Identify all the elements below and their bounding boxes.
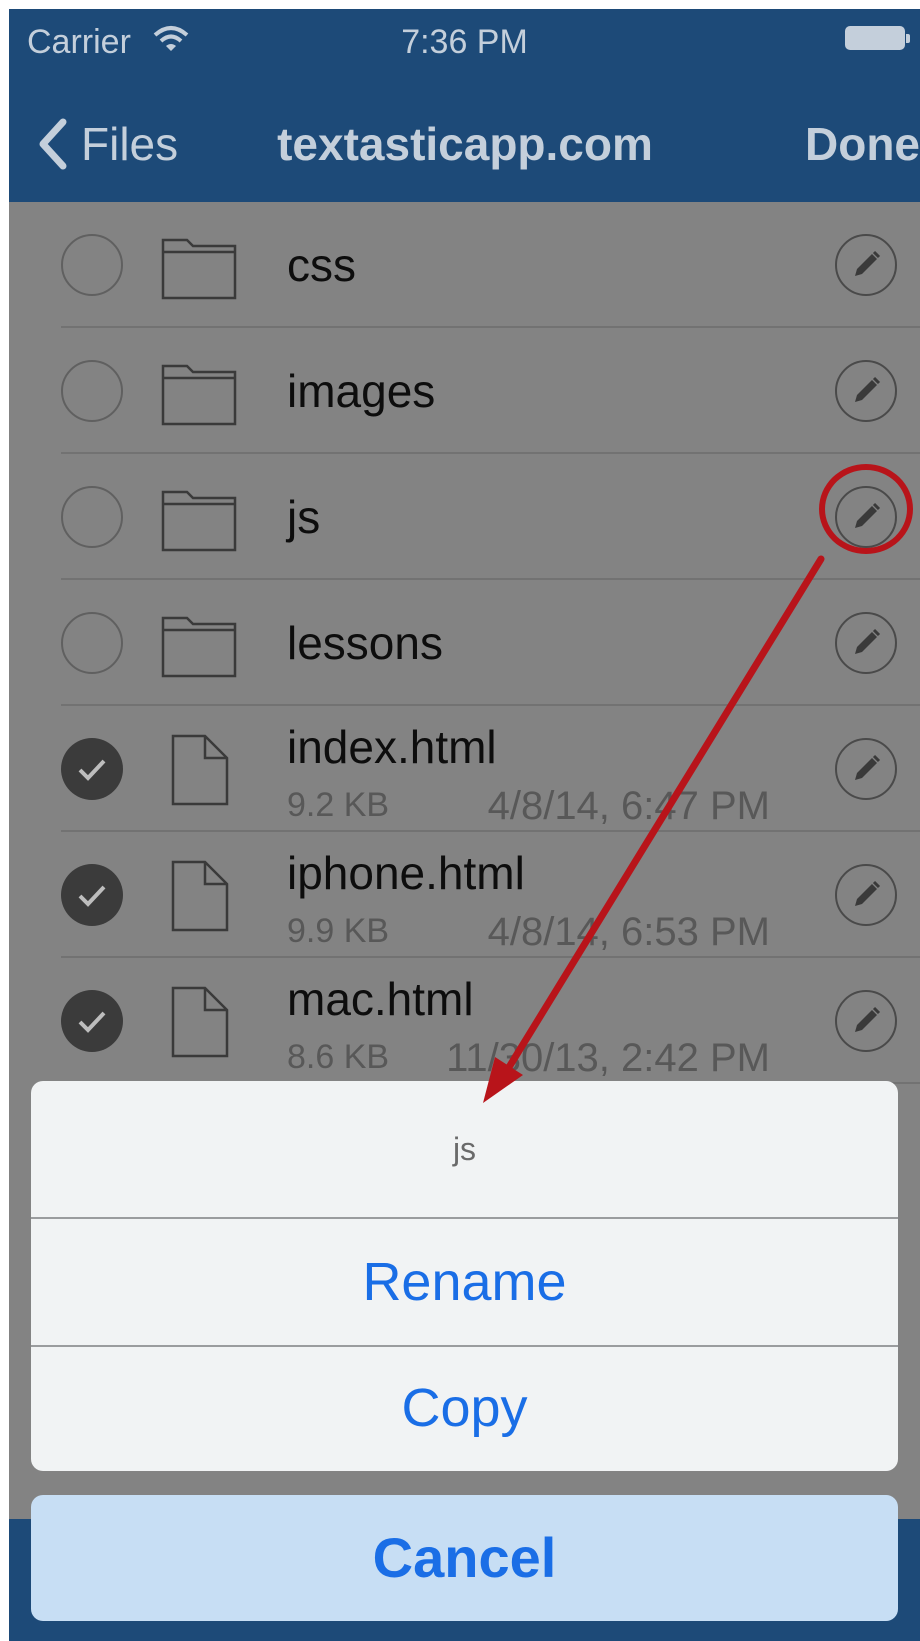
- annotation-arrow: [483, 555, 825, 1103]
- screen: Carrier 7:36 PM Files textasticapp.com D…: [9, 9, 920, 1641]
